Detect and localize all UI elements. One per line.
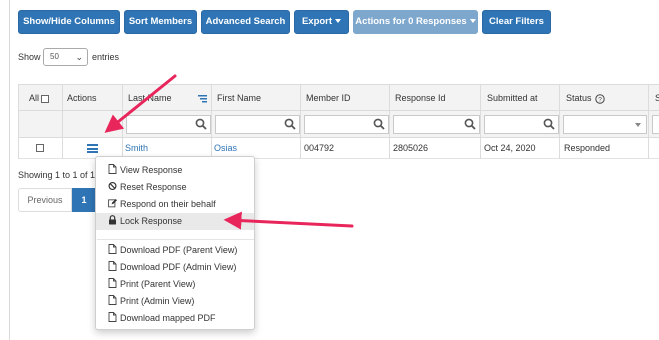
export-label: Export (301, 16, 333, 27)
show-label: Show (18, 52, 41, 62)
file-icon (108, 312, 117, 322)
file-icon (108, 295, 117, 305)
table-header: All Actions Last Name First Name Member … (18, 84, 659, 111)
response-id-cell: 2805026 (393, 143, 429, 153)
pagination-previous-button[interactable]: Previous (18, 188, 72, 212)
help-icon[interactable]: ? (595, 94, 605, 104)
row-checkbox[interactable] (36, 144, 44, 152)
row-actions-menu-icon[interactable] (87, 144, 98, 153)
column-header-extra[interactable]: S (655, 85, 659, 112)
column-header-first-name[interactable]: First Name (217, 85, 261, 112)
menu-item-reset-response[interactable]: Reset Response (96, 179, 254, 196)
lock-icon (109, 215, 116, 225)
column-header-status[interactable]: Status (566, 85, 592, 112)
extra-filter-input[interactable] (652, 115, 659, 134)
column-divider (122, 84, 123, 159)
column-divider (62, 84, 63, 159)
file-icon (108, 244, 117, 254)
search-icon (373, 118, 385, 130)
member-id-filter-input[interactable] (304, 115, 389, 134)
edit-icon (108, 198, 117, 208)
ban-icon (108, 181, 117, 191)
search-icon (464, 118, 476, 130)
response-id-filter-input[interactable] (393, 115, 480, 134)
column-divider (300, 84, 301, 159)
last-name-filter-input[interactable] (126, 115, 211, 134)
advanced-search-button[interactable]: Advanced Search (201, 10, 290, 34)
column-divider (559, 84, 560, 159)
entries-select-value: 50 (50, 52, 59, 61)
caret-down-icon (635, 123, 641, 127)
row-actions-dropdown: View Response Reset Response Respond on … (95, 156, 255, 330)
menu-item-download-pdf-parent[interactable]: Download PDF (Parent View) (96, 242, 254, 259)
caret-down-icon (469, 19, 476, 24)
search-icon (543, 118, 555, 130)
column-divider (211, 84, 212, 159)
svg-text:?: ? (598, 97, 602, 104)
file-icon (108, 278, 117, 288)
sort-members-button[interactable]: Sort Members (124, 10, 197, 34)
column-header-actions: Actions (67, 93, 97, 103)
menu-item-print-parent[interactable]: Print (Parent View) (96, 276, 254, 293)
menu-divider (97, 239, 254, 240)
chevron-down-icon: ⌄ (75, 52, 83, 62)
column-divider (480, 84, 481, 159)
column-header-last-name[interactable]: Last Name (128, 85, 172, 112)
page-left-border (9, 0, 10, 340)
show-hide-columns-button[interactable]: Show/Hide Columns (18, 10, 120, 34)
menu-item-lock-response[interactable]: Lock Response (96, 213, 254, 230)
submitted-at-filter-input[interactable] (484, 115, 559, 134)
entries-select[interactable]: 50 ⌄ (43, 48, 88, 66)
clear-filters-button[interactable]: Clear Filters (482, 10, 551, 34)
responses-table: All Actions Last Name First Name Member … (18, 84, 659, 159)
filter-row (18, 111, 659, 138)
submitted-at-cell: Oct 24, 2020 (484, 143, 536, 153)
actions-for-responses-button[interactable]: Actions for 0 Responses (353, 10, 478, 34)
export-button[interactable]: Export (294, 10, 349, 34)
select-all-checkbox[interactable] (41, 95, 49, 103)
column-divider (648, 84, 649, 159)
search-icon (195, 118, 207, 130)
menu-item-view-response[interactable]: View Response (96, 162, 254, 179)
column-divider (18, 84, 19, 159)
caret-down-icon (335, 19, 342, 24)
status-cell: Responded (564, 143, 611, 153)
member-id-cell: 004792 (304, 143, 335, 153)
search-icon (284, 118, 296, 130)
file-icon (108, 164, 117, 174)
table-info: Showing 1 to 1 of 1 (18, 170, 96, 180)
menu-item-respond-on-their-behalf[interactable]: Respond on their behalf (96, 196, 254, 213)
actions-label: Actions for 0 Responses (355, 16, 467, 27)
pagination-page-1[interactable]: 1 (72, 188, 96, 212)
menu-item-print-admin[interactable]: Print (Admin View) (96, 293, 254, 310)
column-header-member-id[interactable]: Member ID (306, 85, 351, 112)
menu-item-download-pdf-admin[interactable]: Download PDF (Admin View) (96, 259, 254, 276)
first-name-filter-input[interactable] (215, 115, 300, 134)
column-header-submitted-at[interactable]: Submitted at (487, 85, 538, 112)
column-header-response-id[interactable]: Response Id (395, 85, 446, 112)
menu-item-download-mapped-pdf[interactable]: Download mapped PDF (96, 310, 254, 327)
file-icon (108, 261, 117, 271)
entries-label: entries (92, 52, 120, 62)
column-header-all[interactable]: All (29, 85, 39, 112)
status-filter-select[interactable] (563, 115, 647, 134)
column-divider (389, 84, 390, 159)
sort-icon[interactable] (198, 95, 207, 103)
